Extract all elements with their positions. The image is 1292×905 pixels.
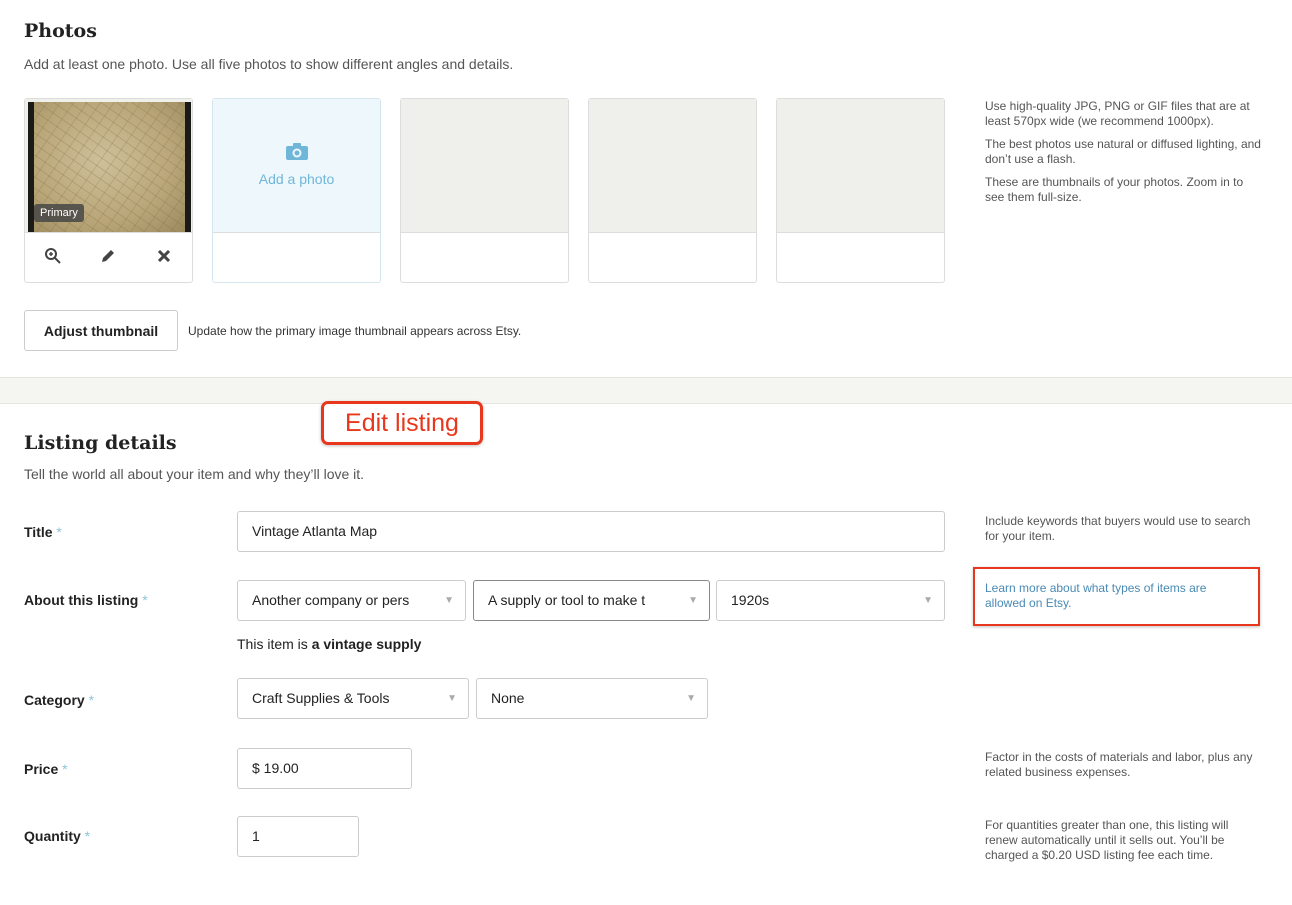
quantity-input[interactable]: 1 — [237, 816, 359, 857]
vintage-supply-note: This item is a vintage supply — [237, 636, 421, 652]
chevron-down-icon: ▼ — [447, 693, 457, 704]
photo-tips: Use high-quality JPG, PNG or GIF files t… — [985, 99, 1265, 213]
listing-details-subtitle: Tell the world all about your item and w… — [24, 466, 365, 482]
category-label-text: Category — [24, 692, 85, 708]
title-label: Title * — [24, 524, 62, 540]
adjust-thumbnail-button[interactable]: Adjust thumbnail — [24, 310, 178, 351]
price-label: Price * — [24, 761, 68, 777]
listing-details-title: Listing details — [24, 432, 177, 454]
category-value: Craft Supplies & Tools — [252, 690, 390, 706]
photos-section-subtitle: Add at least one photo. Use all five pho… — [24, 56, 514, 72]
chevron-down-icon: ▼ — [923, 595, 933, 606]
photo-slot-empty[interactable] — [588, 98, 757, 283]
chevron-down-icon: ▼ — [686, 693, 696, 704]
required-mark: * — [62, 761, 68, 777]
photo-slot-primary[interactable] — [24, 98, 193, 283]
subcategory-select[interactable]: None ▼ — [476, 678, 708, 719]
category-label: Category * — [24, 692, 94, 708]
photo-tip: The best photos use natural or diffused … — [985, 137, 1261, 166]
when-made-value: 1920s — [731, 592, 770, 608]
subcategory-value: None — [491, 690, 525, 706]
photo-tip: Use high-quality JPG, PNG or GIF files t… — [985, 99, 1250, 128]
who-made-value: Another company or pers — [252, 592, 410, 608]
zoom-in-icon[interactable] — [38, 247, 68, 270]
who-made-select[interactable]: Another company or pers ▼ — [237, 580, 466, 621]
camera-icon — [285, 143, 309, 161]
title-help: Include keywords that buyers would use t… — [985, 514, 1251, 543]
quantity-help: For quantities greater than one, this li… — [985, 818, 1229, 862]
quantity-label-text: Quantity — [24, 828, 81, 844]
price-help: Factor in the costs of materials and lab… — [985, 750, 1253, 779]
photos-section-title: Photos — [24, 20, 97, 42]
section-divider — [0, 377, 1292, 404]
required-mark: * — [88, 692, 95, 708]
title-label-text: Title — [24, 524, 53, 540]
when-made-select[interactable]: 1920s ▼ — [716, 580, 945, 621]
about-listing-label-text: About this listing — [24, 592, 139, 608]
learn-more-link[interactable]: Learn more about what types of items are… — [985, 581, 1250, 611]
photo-slot-image-area — [401, 99, 568, 233]
price-label-text: Price — [24, 761, 59, 777]
photo-slot-empty[interactable] — [400, 98, 569, 283]
photo-slot-image-area — [589, 99, 756, 233]
required-mark: * — [56, 524, 62, 540]
photo-slot-image-area — [777, 99, 944, 233]
required-mark: * — [84, 828, 91, 844]
chevron-down-icon: ▼ — [688, 595, 698, 606]
vintage-note-prefix: This item is — [237, 636, 312, 652]
edit-listing-callout: Edit listing — [321, 401, 483, 445]
photo-slot-empty[interactable] — [776, 98, 945, 283]
quantity-label: Quantity * — [24, 828, 90, 844]
what-is-it-select[interactable]: A supply or tool to make t ▼ — [473, 580, 710, 621]
adjust-thumbnail-note: Update how the primary image thumbnail a… — [188, 324, 522, 338]
pencil-icon[interactable] — [93, 247, 123, 270]
chevron-down-icon: ▼ — [444, 595, 454, 606]
about-listing-label: About this listing * — [24, 592, 148, 608]
add-photo-slot[interactable]: Add a photo — [212, 98, 381, 283]
category-select[interactable]: Craft Supplies & Tools ▼ — [237, 678, 469, 719]
add-photo-area[interactable]: Add a photo — [213, 99, 380, 233]
price-input[interactable]: $ 19.00 — [237, 748, 412, 789]
close-icon[interactable] — [149, 248, 179, 269]
photo-actions — [25, 234, 192, 283]
what-is-it-value: A supply or tool to make t — [488, 592, 646, 608]
primary-badge: Primary — [34, 204, 84, 222]
title-input[interactable]: Vintage Atlanta Map — [237, 511, 945, 552]
required-mark: * — [142, 592, 148, 608]
add-photo-label: Add a photo — [258, 171, 335, 187]
vintage-note-bold: a vintage supply — [311, 636, 422, 652]
learn-more-highlight: Learn more about what types of items are… — [973, 567, 1260, 626]
photo-tip: These are thumbnails of your photos. Zoo… — [985, 175, 1244, 204]
